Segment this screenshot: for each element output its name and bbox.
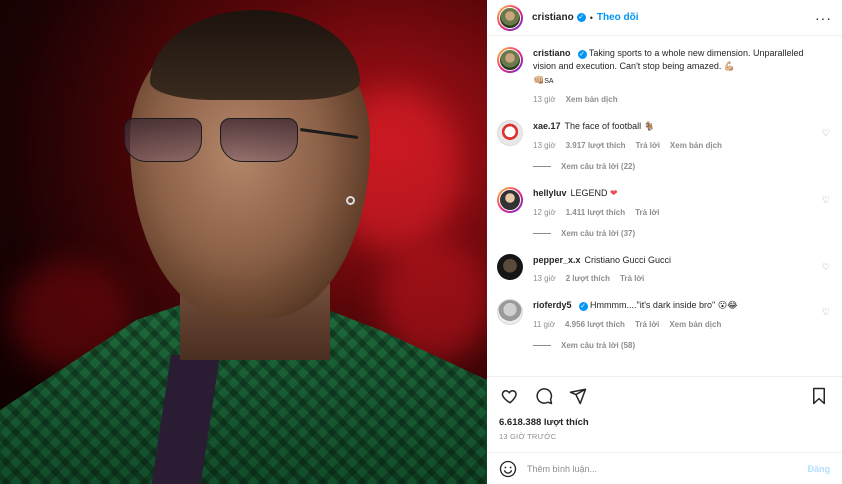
post-sidebar: cristiano ✓ • Theo dõi ··· cristiano ✓ Ta…	[487, 0, 842, 484]
bookmark-icon[interactable]	[808, 385, 830, 407]
heart-icon[interactable]: ♡	[822, 128, 830, 139]
comment-body: LEGEND	[570, 188, 608, 198]
reply-button[interactable]: Trả lời	[635, 208, 659, 217]
right-lens	[220, 118, 298, 162]
heart-icon[interactable]	[499, 385, 521, 407]
post-actions: 6.618.388 lượt thích 13 GIỜ TRƯỚC	[487, 376, 842, 441]
fist-emoji: 👊🏼	[533, 76, 545, 86]
avatar[interactable]	[497, 187, 523, 213]
comment-body: The face of football	[564, 121, 642, 131]
reply-button[interactable]: Trả lời	[636, 141, 660, 150]
goat-emoji: 🐐	[643, 122, 655, 132]
avatar[interactable]	[497, 47, 523, 73]
post-image[interactable]	[0, 0, 487, 484]
verified-badge-icon: ✓	[578, 302, 588, 311]
heart-icon[interactable]: ♡	[822, 195, 830, 206]
caption-meta: 13 giờ Xem bản dịch	[533, 95, 814, 104]
comment-icon[interactable]	[533, 385, 555, 407]
verified-badge-icon: ✓	[577, 50, 587, 59]
instagram-post-modal: cristiano ✓ • Theo dõi ··· cristiano ✓ Ta…	[0, 0, 842, 484]
author-username[interactable]: cristiano	[532, 12, 574, 23]
caption-username[interactable]: cristiano	[533, 48, 571, 58]
heart-icon[interactable]: ♡	[822, 307, 830, 318]
follow-button[interactable]: Theo dõi	[597, 12, 639, 23]
more-horizontal-icon[interactable]: ···	[815, 10, 832, 26]
post-comment-button[interactable]: Đăng	[808, 464, 831, 474]
caption-text: cristiano ✓ Taking sports to a whole new …	[533, 47, 814, 88]
view-replies-button[interactable]: Xem câu trả lời (58)	[533, 341, 832, 350]
likes-count[interactable]: 4.956 lượt thích	[565, 320, 625, 329]
comment-meta: 13 giờ 2 lượt thích Trả lời	[533, 274, 814, 283]
see-translation-link[interactable]: Xem bản dịch	[669, 320, 721, 329]
avatar[interactable]	[497, 254, 523, 280]
comment-item: pepper_x.x Cristiano Gucci Gucci 13 giờ 2…	[497, 254, 832, 283]
likes-count[interactable]: 6.618.388 lượt thích	[499, 417, 830, 428]
comment-text: rioferdy5 ✓ Hmmmm...."it's dark inside br…	[533, 299, 814, 313]
avatar[interactable]	[497, 299, 523, 325]
comment-username[interactable]: rioferdy5	[533, 300, 572, 310]
comments-list[interactable]: cristiano ✓ Taking sports to a whole new …	[487, 37, 842, 375]
earring	[346, 196, 355, 205]
comment-text: pepper_x.x Cristiano Gucci Gucci	[533, 254, 814, 267]
see-translation-link[interactable]: Xem bản dịch	[670, 141, 722, 150]
hair	[150, 10, 360, 100]
reply-button[interactable]: Trả lời	[635, 320, 659, 329]
comment-item: xae.17 The face of football 🐐 13 giờ 3.91…	[497, 120, 832, 150]
sunglasses	[124, 118, 304, 164]
timestamp: 11 giờ	[533, 320, 555, 329]
caption-tag: SA	[544, 78, 554, 85]
post-timestamp: 13 GIỜ TRƯỚC	[499, 432, 557, 441]
likes-count[interactable]: 1.411 lượt thích	[566, 208, 626, 217]
comment-meta: 13 giờ 3.917 lượt thích Trả lời Xem bản …	[533, 141, 814, 150]
view-replies-label: Xem câu trả lời (37)	[561, 229, 636, 238]
send-icon[interactable]	[567, 385, 589, 407]
emoji-icon[interactable]	[499, 460, 517, 478]
comment-item: hellyluv LEGEND ❤ 12 giờ 1.411 lượt thích…	[497, 187, 832, 217]
comment-username[interactable]: pepper_x.x	[533, 255, 581, 265]
view-replies-label: Xem câu trả lời (22)	[561, 162, 636, 171]
left-lens	[124, 118, 202, 162]
post-header: cristiano ✓ • Theo dõi ···	[487, 0, 842, 36]
comment-input[interactable]	[527, 463, 808, 474]
comment-item: rioferdy5 ✓ Hmmmm...."it's dark inside br…	[497, 299, 832, 329]
timestamp: 12 giờ	[533, 208, 556, 217]
comment-username[interactable]: hellyluv	[533, 188, 567, 198]
view-replies-button[interactable]: Xem câu trả lời (22)	[533, 162, 832, 171]
comment-text: hellyluv LEGEND ❤	[533, 187, 814, 201]
heart-icon[interactable]: ♡	[822, 262, 830, 273]
comment-body: Hmmmm...."it's dark inside bro"	[590, 300, 716, 310]
caption: cristiano ✓ Taking sports to a whole new …	[497, 47, 832, 104]
view-replies-button[interactable]: Xem câu trả lời (37)	[533, 229, 832, 238]
comment-meta: 12 giờ 1.411 lượt thích Trả lời	[533, 208, 814, 217]
reply-button[interactable]: Trả lời	[620, 274, 644, 283]
see-translation-link[interactable]: Xem bản dịch	[566, 95, 618, 104]
comment-username[interactable]: xae.17	[533, 121, 561, 131]
likes-count[interactable]: 2 lượt thích	[566, 274, 610, 283]
add-comment-bar: Đăng	[487, 452, 842, 484]
action-icons	[499, 385, 830, 407]
laughing-emoji: 😮😂	[717, 301, 738, 311]
timestamp: 13 giờ	[533, 141, 556, 150]
likes-count[interactable]: 3.917 lượt thích	[566, 141, 626, 150]
timestamp: 13 giờ	[533, 274, 556, 283]
separator: •	[589, 12, 593, 23]
flexed-biceps-emoji: 💪🏼	[723, 62, 736, 72]
avatar[interactable]	[497, 4, 523, 31]
comment-meta: 11 giờ 4.956 lượt thích Trả lời Xem bản …	[533, 320, 814, 329]
timestamp: 13 giờ	[533, 95, 556, 104]
caption-body: Taking sports to a whole new dimension. …	[533, 48, 804, 71]
red-heart-emoji: ❤	[610, 189, 618, 199]
verified-badge-icon: ✓	[576, 13, 586, 22]
view-replies-label: Xem câu trả lời (58)	[561, 341, 636, 350]
comment-text: xae.17 The face of football 🐐	[533, 120, 814, 134]
comment-body: Cristiano Gucci Gucci	[584, 255, 672, 265]
avatar[interactable]	[497, 120, 523, 146]
